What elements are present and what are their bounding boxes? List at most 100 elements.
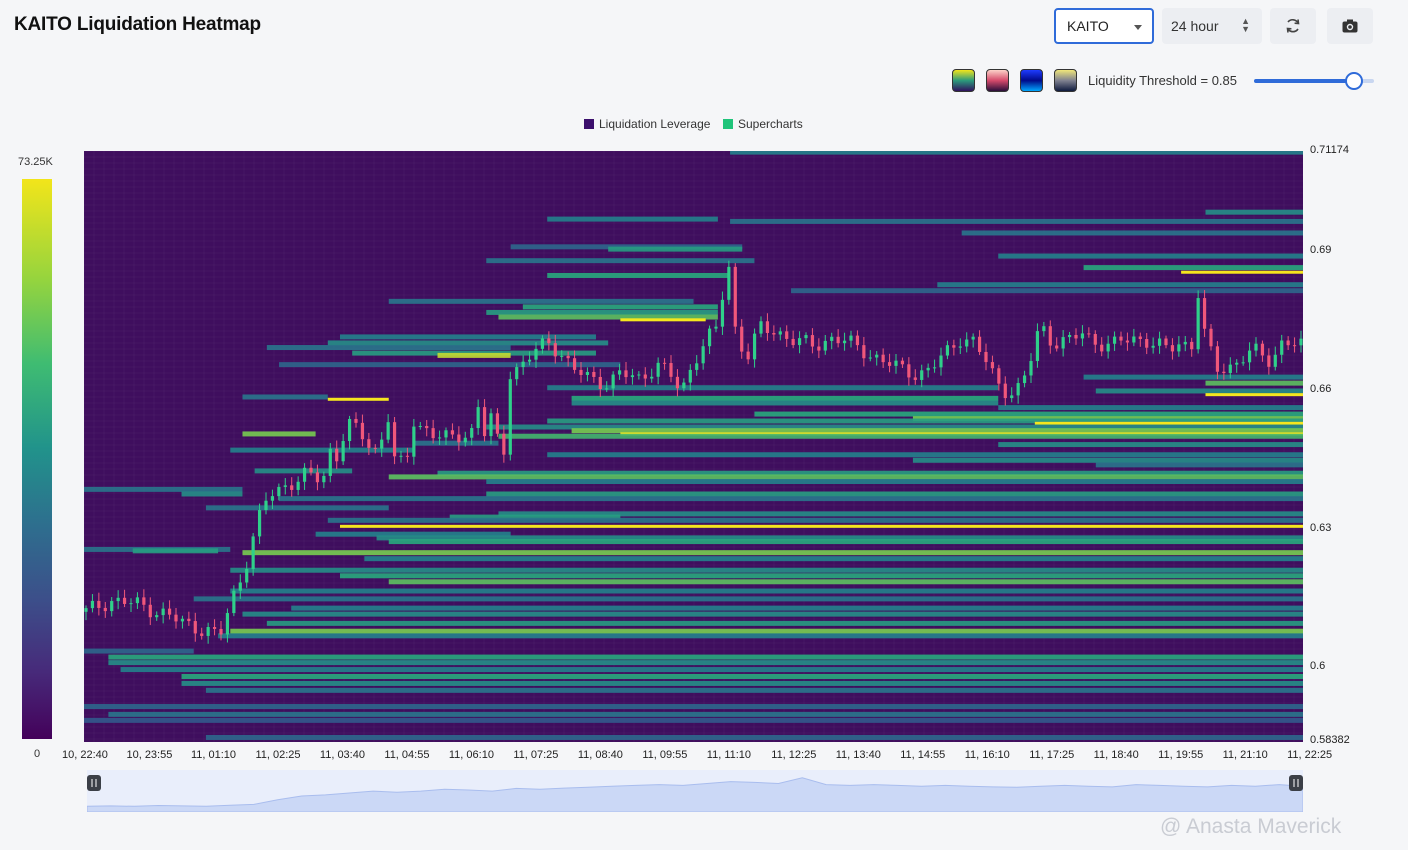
symbol-select-value: KAITO [1067, 18, 1109, 34]
y-tick-label: 0.63 [1310, 521, 1332, 534]
candle-body [219, 628, 223, 635]
liquidity-band [486, 479, 1303, 485]
candle-body [1241, 362, 1245, 364]
candle-body [225, 613, 230, 635]
candle-body [354, 418, 358, 423]
candle-body [765, 321, 770, 333]
candle-body [939, 355, 943, 368]
palette-viridis-button[interactable] [952, 69, 975, 92]
palette-cividis-button[interactable] [1054, 69, 1077, 92]
slider-thumb[interactable] [1345, 72, 1363, 90]
candle-body [1151, 345, 1155, 348]
liquidity-band [571, 395, 999, 401]
candle-body [1093, 334, 1097, 345]
candle-body [1048, 326, 1052, 346]
range-select[interactable]: 24 hour ▲ ▼ [1162, 8, 1262, 44]
candle-body [675, 376, 680, 389]
liquidity-band [1034, 421, 1303, 425]
candle-body [772, 332, 776, 335]
liquidity-band [279, 362, 621, 368]
candle-body [187, 618, 191, 622]
liquidity-band [205, 687, 1303, 693]
candle-body [1286, 340, 1290, 346]
candle-body [116, 597, 120, 602]
candle-body [1254, 343, 1258, 351]
x-tick-label: 11, 01:10 [190, 749, 237, 761]
candle-body [1183, 341, 1187, 345]
liquidity-band [547, 385, 999, 391]
liquidity-band [181, 491, 243, 497]
candle-body [617, 370, 622, 375]
candle-body [746, 351, 750, 360]
candle-body [804, 335, 808, 339]
heatmap-plot-area[interactable]: ◓ coinglass [84, 151, 1303, 742]
x-tick-label: 11, 19:55 [1158, 749, 1204, 761]
screenshot-button[interactable] [1327, 8, 1373, 44]
candle-body [547, 338, 551, 344]
x-tick-label: 11, 21:10 [1222, 749, 1268, 761]
x-tick-label: 11, 12:25 [771, 749, 817, 761]
time-navigator[interactable] [86, 770, 1304, 813]
liquidity-band [230, 447, 414, 453]
candle-body [997, 368, 1001, 384]
liquidity-threshold-slider[interactable] [1254, 71, 1374, 91]
candle-body [714, 326, 718, 329]
navigator-left-handle[interactable] [87, 775, 101, 791]
candle-body [142, 597, 146, 605]
chevron-down-icon [1134, 25, 1142, 30]
candle-body [1299, 338, 1303, 346]
candle-body [431, 428, 435, 439]
liquidity-band [242, 611, 1303, 617]
candle-body [373, 447, 377, 449]
liquidity-band [108, 660, 1303, 666]
candle-body [161, 608, 165, 616]
legend-item-liquidation-leverage[interactable]: Liquidation Leverage [584, 117, 710, 131]
palette-blue-button[interactable] [1020, 69, 1043, 92]
candle-body [868, 357, 872, 359]
liquidity-band [486, 491, 1303, 497]
refresh-button[interactable] [1270, 8, 1316, 44]
liquidity-band [1083, 374, 1303, 380]
liquidity-band [120, 667, 1303, 673]
candle-body [328, 448, 332, 476]
candle-body [752, 333, 757, 360]
candle-body [155, 615, 159, 618]
liquidity-band [181, 673, 1303, 679]
liquidity-band [339, 524, 1303, 528]
candle-body [836, 336, 840, 344]
candle-body [990, 362, 995, 369]
candle-body [367, 439, 371, 448]
symbol-select[interactable]: KAITO [1054, 8, 1154, 44]
candle-body [958, 346, 962, 348]
candle-body [148, 604, 152, 618]
page-title: KAITO Liquidation Heatmap [14, 14, 261, 35]
candle-body [1145, 338, 1149, 348]
legend-item-supercharts[interactable]: Supercharts [723, 117, 803, 131]
candle-body [122, 597, 127, 604]
candle-body [727, 266, 731, 300]
liquidity-band [1205, 209, 1303, 215]
candle-body [1273, 354, 1277, 367]
liquidity-band [608, 246, 743, 252]
candle-body [534, 348, 538, 360]
liquidity-band [388, 539, 1303, 545]
candle-body [450, 430, 455, 435]
candle-body [527, 359, 532, 362]
candle-body [167, 608, 172, 615]
liquidity-band [1095, 462, 1303, 468]
candle-body [1061, 337, 1065, 349]
candle-body [508, 379, 512, 455]
candle-body [1260, 343, 1265, 356]
candle-body [695, 363, 699, 370]
candle-body [515, 367, 519, 380]
candle-body [1074, 334, 1078, 339]
navigator-right-handle[interactable] [1289, 775, 1303, 791]
candle-body [637, 374, 641, 376]
candle-body [257, 510, 262, 537]
x-tick-label: 11, 14:55 [900, 749, 946, 761]
palette-magma-button[interactable] [986, 69, 1009, 92]
candle-body [444, 430, 448, 438]
y-tick-label: 0.6 [1310, 660, 1326, 673]
liquidity-band [108, 711, 1303, 717]
candle-body [920, 370, 924, 380]
